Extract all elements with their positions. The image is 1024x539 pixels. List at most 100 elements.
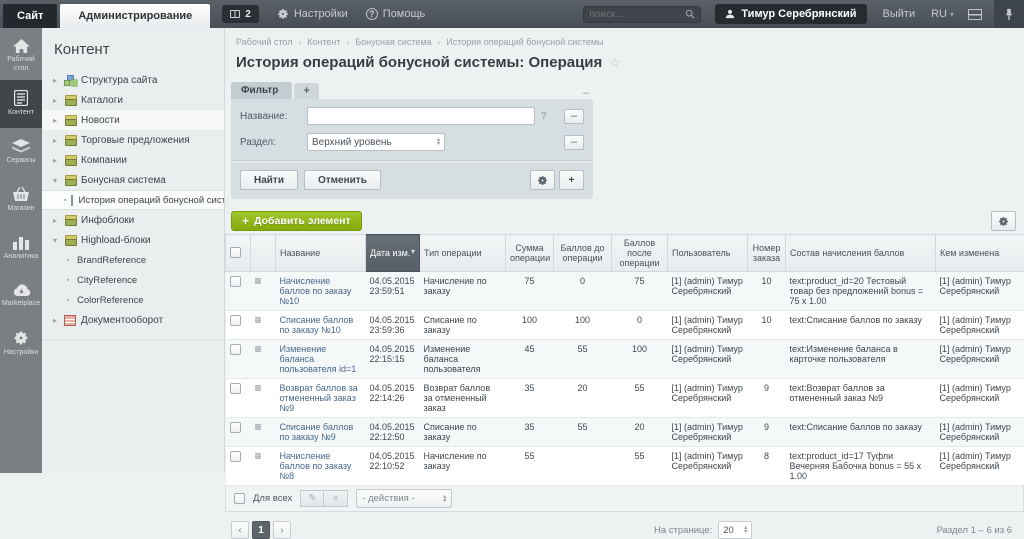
row-checkbox[interactable] (230, 344, 241, 355)
row-menu-button[interactable]: ≡ (255, 449, 262, 463)
column-header-type[interactable]: Тип операции (420, 235, 506, 272)
tab-site[interactable]: Сайт (3, 4, 57, 28)
menu-item-docflow[interactable]: ▸ Документооборот (42, 310, 224, 330)
element-link[interactable]: Списание баллов по заказу №9 (280, 422, 354, 442)
expand-icon[interactable]: ▸ (51, 156, 59, 165)
column-header-detail[interactable]: Состав начисления баллов (786, 235, 936, 272)
search-input[interactable] (589, 9, 681, 20)
breadcrumb-link[interactable]: История операций бонусной системы (446, 37, 603, 47)
expand-icon[interactable]: ▸ (51, 96, 59, 105)
remove-filter-field-button[interactable]: – (564, 109, 584, 124)
expand-icon[interactable]: ▸ (51, 76, 59, 85)
notifications-badge[interactable]: 2 (222, 5, 259, 23)
column-header-order[interactable]: Номер заказа (748, 235, 786, 272)
row-menu-button[interactable]: ≡ (255, 342, 262, 356)
filter-section-select[interactable]: Верхний уровень ▴▾ (307, 133, 445, 151)
menu-item-catalogs[interactable]: ▸ Каталоги (42, 90, 224, 110)
element-link[interactable]: Изменение баланса пользователя id=1 (280, 344, 357, 374)
actions-select[interactable]: - действия - ▴▾ (356, 489, 452, 508)
select-all-footer-checkbox[interactable] (234, 493, 245, 504)
menu-item-infoblocks[interactable]: ▸ Инфоблоки (42, 210, 224, 230)
topbar-help-button[interactable]: ? Помощь (366, 8, 426, 20)
row-checkbox[interactable] (230, 422, 241, 433)
menu-item-bonus-history[interactable]: ▪ История операций бонусной системы (42, 190, 224, 210)
column-header-date-sorted[interactable]: Дата изм.▾ (366, 235, 420, 272)
add-filter-field-button[interactable]: + (559, 170, 584, 190)
menu-item-site-structure[interactable]: ▸ Структура сайта (42, 70, 224, 90)
next-page-button[interactable]: › (273, 521, 291, 539)
menu-item-highload-blocks[interactable]: ▾ Highload-блоки (42, 230, 224, 250)
grid-settings-button[interactable] (991, 211, 1016, 231)
topbar-settings-button[interactable]: Настройки (277, 8, 348, 20)
breadcrumb-link[interactable]: Рабочий стол (236, 37, 293, 47)
collapse-icon[interactable]: ▾ (51, 176, 59, 185)
language-selector[interactable]: RU ▾ (931, 8, 954, 20)
select-all-checkbox[interactable] (230, 247, 241, 258)
tab-admin[interactable]: Администрирование (60, 4, 210, 28)
element-link[interactable]: Начисление баллов по заказу №10 (280, 276, 352, 306)
delete-button[interactable]: × (324, 490, 348, 507)
rail-item-marketplace[interactable]: Marketplace (0, 272, 42, 320)
filter-collapse-button[interactable]: – (579, 87, 593, 99)
column-header-before[interactable]: Баллов до операции (554, 235, 612, 272)
filter-settings-button[interactable] (530, 170, 555, 190)
add-element-button[interactable]: + Добавить элемент (231, 211, 362, 231)
breadcrumb-link[interactable]: Контент (307, 37, 340, 47)
element-link[interactable]: Списание баллов по заказу №10 (280, 315, 354, 335)
expand-icon[interactable]: ▸ (51, 136, 59, 145)
left-rail: Рабочий стол Контент Сервисы Магазин Ана… (0, 28, 42, 473)
user-menu-button[interactable]: Тимур Серебрянский (715, 4, 866, 24)
filter-tab[interactable]: Фильтр (231, 82, 292, 99)
rail-item-settings[interactable]: Настройки (0, 320, 42, 368)
row-checkbox[interactable] (230, 451, 241, 462)
select-all-header[interactable] (226, 235, 251, 272)
expand-icon[interactable]: ▸ (51, 316, 59, 325)
edit-button[interactable]: ✎ (300, 490, 324, 507)
rail-item-desktop[interactable]: Рабочий стол (0, 32, 42, 80)
element-link[interactable]: Возврат баллов за отмененный заказ №9 (280, 383, 358, 413)
menu-item-city-reference[interactable]: ▪ CityReference (42, 270, 224, 290)
cell-before: 100 (554, 311, 612, 340)
element-link[interactable]: Начисление баллов по заказу №8 (280, 451, 352, 481)
rail-item-shop[interactable]: Магазин (0, 176, 42, 224)
column-header-name[interactable]: Название (276, 235, 366, 272)
add-filter-tab-button[interactable]: + (294, 83, 318, 99)
column-header-sum[interactable]: Сумма операции (506, 235, 554, 272)
row-menu-button[interactable]: ≡ (255, 313, 262, 327)
row-menu-button[interactable]: ≡ (255, 274, 262, 288)
row-menu-button[interactable]: ≡ (255, 420, 262, 434)
menu-item-color-reference[interactable]: ▪ ColorReference (42, 290, 224, 310)
pin-panel-button[interactable] (994, 0, 1024, 28)
row-checkbox[interactable] (230, 383, 241, 394)
search-icon[interactable] (685, 9, 695, 19)
page-1-button[interactable]: 1 (252, 521, 270, 539)
per-page-select[interactable]: 20 ▴▾ (718, 521, 752, 539)
menu-item-offers[interactable]: ▸ Торговые предложения (42, 130, 224, 150)
column-header-user[interactable]: Пользователь (668, 235, 748, 272)
remove-filter-field-button[interactable]: – (564, 135, 584, 150)
prev-page-button[interactable]: ‹ (231, 521, 249, 539)
filter-name-input[interactable] (307, 107, 535, 125)
menu-item-bonus-system[interactable]: ▾ Бонусная система (42, 170, 224, 190)
rail-item-services[interactable]: Сервисы (0, 128, 42, 176)
menu-item-news[interactable]: ▸ Новости (42, 110, 224, 130)
help-icon[interactable]: ? (541, 111, 547, 122)
column-header-after[interactable]: Баллов после операции (612, 235, 668, 272)
column-header-changed-by[interactable]: Кем изменена (936, 235, 1024, 272)
collapse-icon[interactable]: ▾ (51, 236, 59, 245)
rail-item-content[interactable]: Контент (0, 80, 42, 128)
cancel-button[interactable]: Отменить (304, 170, 381, 190)
row-menu-button[interactable]: ≡ (255, 381, 262, 395)
find-button[interactable]: Найти (240, 170, 298, 190)
menu-item-brand-reference[interactable]: ▪ BrandReference (42, 250, 224, 270)
expand-icon[interactable]: ▸ (51, 216, 59, 225)
menu-item-companies[interactable]: ▸ Компании (42, 150, 224, 170)
breadcrumb-link[interactable]: Бонусная система (355, 37, 431, 47)
rail-item-analytics[interactable]: Аналитика (0, 224, 42, 272)
logout-link[interactable]: Выйти (883, 8, 916, 20)
expand-icon[interactable]: ▸ (51, 116, 59, 125)
favorite-star-icon[interactable]: ☆ (609, 55, 621, 71)
row-checkbox[interactable] (230, 315, 241, 326)
site-view-icon[interactable] (968, 9, 982, 20)
row-checkbox[interactable] (230, 276, 241, 287)
